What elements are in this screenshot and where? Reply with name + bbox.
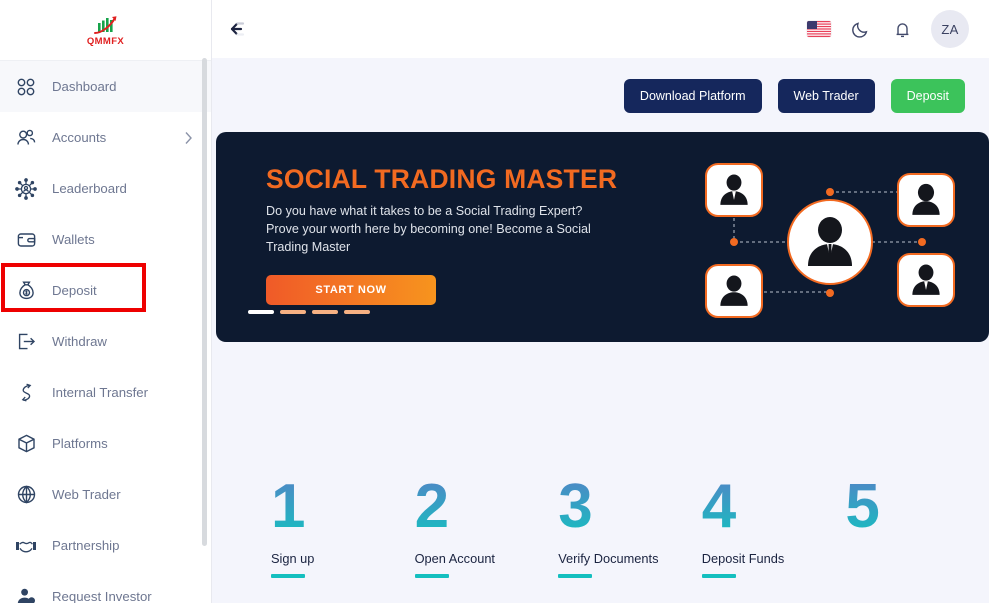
onboarding-steps: 1 Sign up 2 Open Account 3 Verify Docume… bbox=[216, 476, 989, 578]
sidebar-item-label: Accounts bbox=[52, 130, 107, 145]
sidebar-item-web-trader[interactable]: Web Trader bbox=[0, 469, 211, 520]
main-area: ZA Download Platform Web Trader Deposit … bbox=[212, 0, 989, 603]
arrow-left-collapse-icon[interactable] bbox=[230, 18, 256, 40]
transfer-arrows-icon bbox=[14, 381, 38, 405]
sidebar-item-accounts[interactable]: Accounts bbox=[0, 112, 211, 163]
promo-banner-carousel[interactable]: SOCIAL TRADING MASTER Do you have what i… bbox=[216, 132, 989, 342]
qmmfx-chart-logo-icon bbox=[86, 14, 126, 36]
step-item[interactable]: 1 Sign up bbox=[271, 476, 415, 578]
step-label: Deposit Funds bbox=[701, 550, 785, 566]
banner-title: SOCIAL TRADING MASTER bbox=[266, 164, 618, 194]
carousel-dot[interactable] bbox=[280, 310, 306, 314]
sidebar-item-label: Request Investor bbox=[52, 589, 152, 603]
network-user-icon bbox=[14, 177, 38, 201]
globe-icon bbox=[14, 483, 38, 507]
step-number: 1 bbox=[271, 476, 415, 538]
sidebar-item-label: Partnership bbox=[52, 538, 120, 553]
sidebar: QMMFX Dashboard Accounts Leaderboard Wal… bbox=[0, 0, 212, 603]
sidebar-item-label: Internal Transfer bbox=[52, 385, 149, 400]
sidebar-item-label: Web Trader bbox=[52, 487, 121, 502]
user-badge-icon bbox=[14, 585, 38, 603]
page-content: Download Platform Web Trader Deposit SOC… bbox=[212, 58, 989, 603]
sidebar-item-internal-transfer[interactable]: Internal Transfer bbox=[0, 367, 211, 418]
sidebar-scrollbar-thumb[interactable] bbox=[202, 58, 207, 546]
banner-text-block: SOCIAL TRADING MASTER Do you have what i… bbox=[266, 164, 696, 305]
topbar-actions: ZA bbox=[807, 10, 969, 48]
moon-icon[interactable] bbox=[847, 16, 873, 42]
step-underline bbox=[271, 573, 305, 578]
step-item[interactable]: 4 Deposit Funds bbox=[701, 476, 846, 578]
withdraw-arrow-icon bbox=[14, 330, 38, 354]
quick-action-buttons: Download Platform Web Trader Deposit bbox=[212, 58, 989, 113]
brand-logo[interactable]: QMMFX bbox=[0, 0, 211, 61]
step-underline bbox=[701, 573, 736, 578]
step-label: Open Account bbox=[414, 550, 495, 566]
social-network-people-illustration-icon bbox=[690, 150, 965, 325]
carousel-dot[interactable] bbox=[312, 310, 338, 314]
cube-icon bbox=[14, 432, 38, 456]
web-trader-button[interactable]: Web Trader bbox=[777, 79, 875, 113]
topbar: ZA bbox=[212, 0, 989, 58]
sidebar-item-label: Deposit bbox=[52, 283, 97, 298]
step-label: Sign up bbox=[271, 550, 315, 566]
banner-subtitle: Do you have what it takes to be a Social… bbox=[266, 204, 591, 254]
step-label: Verify Documents bbox=[558, 550, 659, 566]
us-flag-icon[interactable] bbox=[807, 21, 831, 37]
step-item[interactable]: 5 bbox=[845, 476, 989, 551]
sidebar-item-label: Leaderboard bbox=[52, 181, 127, 196]
sidebar-item-label: Platforms bbox=[52, 436, 108, 451]
step-number: 5 bbox=[845, 476, 989, 538]
carousel-indicators[interactable] bbox=[248, 310, 370, 314]
handshake-icon bbox=[14, 534, 38, 558]
sidebar-item-leaderboard[interactable]: Leaderboard bbox=[0, 163, 211, 214]
sidebar-item-dashboard[interactable]: Dashboard bbox=[0, 61, 211, 112]
start-now-button[interactable]: START NOW bbox=[266, 274, 436, 305]
money-bag-icon bbox=[14, 279, 38, 303]
sidebar-item-wallets[interactable]: Wallets bbox=[0, 214, 211, 265]
carousel-dot[interactable] bbox=[248, 310, 274, 314]
carousel-dot[interactable] bbox=[344, 310, 370, 314]
download-platform-button[interactable]: Download Platform bbox=[623, 79, 762, 113]
step-underline bbox=[558, 573, 593, 578]
bell-icon[interactable] bbox=[889, 16, 915, 42]
sidebar-item-deposit[interactable]: Deposit bbox=[0, 265, 211, 316]
sidebar-item-request-investor[interactable]: Request Investor bbox=[0, 571, 211, 603]
sidebar-item-label: Dashboard bbox=[52, 79, 117, 94]
wallet-icon bbox=[14, 228, 38, 252]
users-icon bbox=[14, 126, 38, 150]
sidebar-nav: Dashboard Accounts Leaderboard Wallets D… bbox=[0, 61, 211, 603]
step-item[interactable]: 3 Verify Documents bbox=[558, 476, 702, 578]
app-root: QMMFX Dashboard Accounts Leaderboard Wal… bbox=[0, 0, 989, 603]
brand-name: QMMFX bbox=[86, 35, 125, 47]
deposit-button[interactable]: Deposit bbox=[890, 79, 965, 113]
sidebar-item-platforms[interactable]: Platforms bbox=[0, 418, 211, 469]
step-underline bbox=[414, 573, 449, 578]
step-number: 4 bbox=[702, 476, 846, 538]
step-number: 3 bbox=[558, 476, 702, 538]
sidebar-item-withdraw[interactable]: Withdraw bbox=[0, 316, 211, 367]
chevron-right-icon[interactable] bbox=[184, 131, 193, 145]
sidebar-item-partnership[interactable]: Partnership bbox=[0, 520, 211, 571]
sidebar-item-label: Wallets bbox=[52, 232, 95, 247]
step-number: 2 bbox=[415, 476, 559, 538]
sidebar-item-label: Withdraw bbox=[52, 334, 107, 349]
avatar[interactable]: ZA bbox=[931, 10, 969, 48]
grid-dots-icon bbox=[14, 75, 38, 99]
step-item[interactable]: 2 Open Account bbox=[414, 476, 559, 578]
